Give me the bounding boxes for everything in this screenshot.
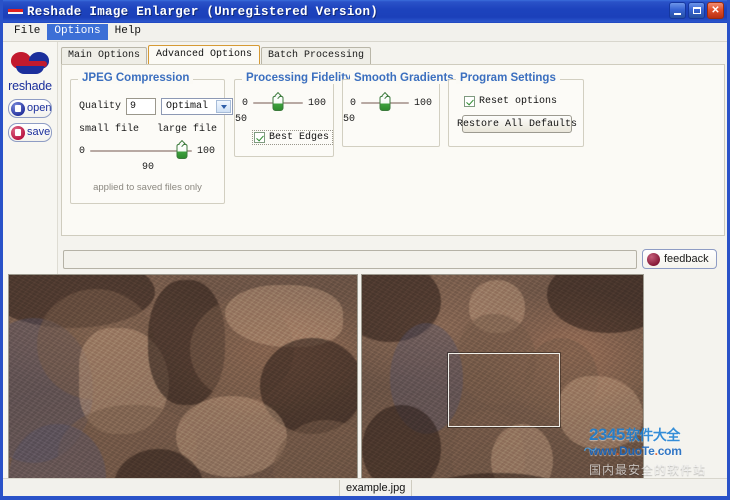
main-body: reshade open save Main Options Advanced … [3,42,727,496]
fidelity-slider-thumb[interactable] [272,96,284,111]
jpeg-mode-value: Optimal [166,101,209,112]
smooth-gradients-slider[interactable]: 0 100 [350,96,434,111]
full-image-preview[interactable] [361,274,644,496]
quality-row: Quality 9 Optimal [79,98,234,115]
tab-main-options[interactable]: Main Options [61,47,148,64]
brand-logo: reshade [3,52,57,99]
jpeg-compression-title: JPEG Compression [78,72,194,84]
open-button[interactable]: open [8,99,52,118]
minimize-icon [674,12,681,15]
brand-name: reshade [8,79,52,93]
watermark-url-dot2: . [654,444,658,458]
maximize-icon [692,7,701,14]
feedback-button[interactable]: feedback [642,249,717,269]
save-button[interactable]: save [8,123,52,142]
checkbox-icon[interactable] [464,96,475,107]
tab-batch-processing[interactable]: Batch Processing [261,47,372,64]
smooth-gradients-group: Smooth Gradients 0 100 50 [342,72,458,147]
save-button-label: save [27,126,51,138]
menu-item-options[interactable]: Options [47,24,108,40]
gradients-slider-track[interactable] [361,96,410,111]
tab-bar: Main Options Advanced Options Batch Proc… [61,45,372,64]
advanced-options-panel: JPEG Compression Quality 9 Optimal small… [61,64,725,236]
quality-input[interactable]: 9 [126,98,157,115]
selection-rectangle[interactable] [448,353,560,427]
checkbox-icon[interactable] [254,132,265,143]
chevron-down-icon[interactable] [216,100,232,113]
processing-fidelity-title: Processing Fidelity [242,72,356,84]
fidelity-slider-max: 100 [308,97,327,109]
minimize-button[interactable] [669,2,686,19]
best-edges-checkbox[interactable]: Best Edges [252,130,334,145]
jpeg-slider-value: 90 [141,162,154,173]
restore-all-defaults-button[interactable]: Restore All Defaults [457,115,577,133]
file-path-field[interactable] [63,250,637,269]
menu-item-help[interactable]: Help [108,24,148,40]
gradients-slider-thumb[interactable] [379,96,391,111]
feedback-icon [647,252,660,266]
title-bar: Reshade Image Enlarger (Unregistered Ver… [3,0,727,23]
fidelity-slider-value: 50 [235,114,248,125]
jpeg-quality-slider[interactable]: 0 100 [79,144,217,159]
quality-label: Quality [79,101,122,112]
menu-bar: File Options Help [3,23,727,42]
reset-options-checkbox[interactable]: Reset options [462,94,561,109]
window-title: Reshade Image Enlarger (Unregistered Ver… [27,4,379,19]
menu-item-file[interactable]: File [7,24,47,40]
reshade-logo-icon [11,52,49,78]
app-icon [8,5,23,18]
jpeg-compression-group: JPEG Compression Quality 9 Optimal small… [70,72,234,204]
jpeg-slider-thumb[interactable] [176,144,188,159]
file-size-hints: small file large file [79,124,217,135]
relief-full-image [362,275,643,496]
gradients-slider-value: 50 [343,114,356,125]
jpeg-slider-min: 0 [79,145,86,157]
processing-fidelity-group: Processing Fidelity 0 100 50 Best Edges [234,72,356,157]
jpeg-slider-max: 100 [197,145,216,157]
gradients-slider-min: 0 [350,97,357,109]
zoomed-detail-preview[interactable] [8,274,358,496]
open-button-label: open [27,102,52,114]
gradients-slider-max: 100 [414,97,433,109]
status-bar: example.jpg [3,478,727,496]
status-filename: example.jpg [339,479,413,496]
large-file-label: large file [156,124,217,135]
window-controls: ✕ [669,2,724,19]
processing-fidelity-slider[interactable]: 0 100 [242,96,328,111]
jpeg-slider-track[interactable] [90,144,193,159]
jpeg-mode-select[interactable]: Optimal [161,98,234,115]
small-file-label: small file [79,124,140,135]
reset-options-label: Reset options [479,96,558,107]
close-button[interactable]: ✕ [707,2,724,19]
relief-detail-image [9,275,357,496]
jpeg-note: applied to saved files only [93,182,202,193]
best-edges-label: Best Edges [269,132,330,143]
open-icon [11,101,25,116]
feedback-button-label: feedback [664,253,709,265]
program-settings-group: Program Settings Reset options Restore A… [448,72,584,147]
save-icon [11,125,25,140]
tab-advanced-options[interactable]: Advanced Options [148,45,261,64]
smooth-gradients-title: Smooth Gradients [350,72,458,84]
close-icon: ✕ [711,4,720,16]
application-window: Reshade Image Enlarger (Unregistered Ver… [0,0,730,500]
fidelity-slider-track[interactable] [253,96,304,111]
watermark-url-tld: com [657,444,682,458]
program-settings-title: Program Settings [456,72,560,84]
maximize-button[interactable] [688,2,705,19]
fidelity-slider-min: 0 [242,97,249,109]
